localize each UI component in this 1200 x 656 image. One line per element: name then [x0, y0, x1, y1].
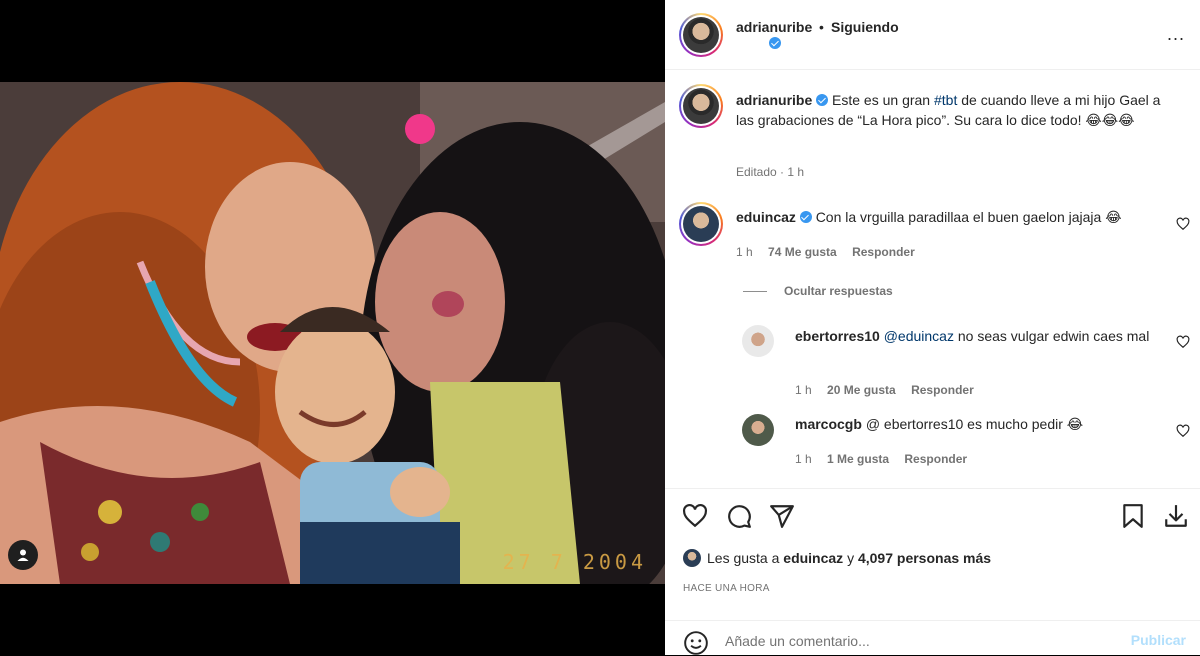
caption-username[interactable]: adrianuribe: [736, 92, 812, 108]
comment-input[interactable]: [725, 629, 1105, 653]
photo-date-stamp: 27 7 2004: [502, 550, 647, 574]
emoji-icon[interactable]: [683, 630, 709, 656]
caption-text-before: Este es un gran: [832, 92, 934, 108]
reply-time: 1 h: [795, 452, 812, 466]
likes-first-user[interactable]: eduincaz: [783, 550, 843, 566]
reply-like-heart-icon[interactable]: [1176, 335, 1190, 349]
comment-time: 1 h: [736, 245, 753, 259]
comment-username[interactable]: eduincaz: [736, 209, 796, 225]
comment-avatar[interactable]: [679, 202, 723, 246]
post-photo[interactable]: 27 7 2004: [0, 82, 665, 584]
reply-meta: 1 h 20 Me gusta Responder: [795, 383, 986, 397]
bookmark-icon[interactable]: [1120, 503, 1146, 529]
media-stage: 27 7 2004: [0, 0, 665, 655]
reply-text: marcocgb @ ebertorres10 es mucho pedir 😂: [795, 414, 1155, 434]
verified-badge-icon: [799, 211, 812, 223]
reply-reply-button[interactable]: Responder: [904, 452, 967, 466]
verified-badge-icon: [816, 94, 829, 106]
hide-replies-button[interactable]: Ocultar respuestas: [784, 284, 893, 298]
post-side-panel: adrianuribe • Siguiendo ... adrianuribe …: [665, 0, 1200, 655]
comment-like-heart-icon[interactable]: [1176, 217, 1190, 231]
hashtag-link[interactable]: #tbt: [934, 92, 957, 108]
author-username[interactable]: adrianuribe: [736, 19, 812, 35]
reply-reply-button[interactable]: Responder: [911, 383, 974, 397]
user-tag-icon: [17, 549, 29, 561]
replies-divider: [743, 291, 767, 292]
follow-status-button[interactable]: Siguiendo: [831, 19, 899, 35]
post-actions: Les gusta a eduincaz y 4,097 personas má…: [665, 488, 1200, 608]
reply-avatar[interactable]: [742, 325, 774, 357]
reply-text: ebertorres10 @eduincaz no seas vulgar ed…: [795, 326, 1155, 346]
caption-meta: Editado · 1 h: [736, 165, 805, 179]
reply-likes[interactable]: 20 Me gusta: [827, 383, 896, 397]
user-tag-button[interactable]: [8, 540, 38, 570]
liker-avatar[interactable]: [683, 549, 701, 567]
likes-prefix: Les gusta a: [707, 550, 784, 566]
download-icon[interactable]: [1163, 503, 1189, 529]
reply-mention[interactable]: @eduincaz: [884, 328, 954, 344]
verified-badge-icon: [769, 37, 781, 49]
comment-icon[interactable]: [726, 503, 752, 529]
comment-text: eduincaz Con la vrguilla paradillaa el b…: [736, 207, 1156, 227]
send-icon[interactable]: [769, 503, 795, 529]
reply-likes[interactable]: 1 Me gusta: [827, 452, 889, 466]
comment-composer: Publicar: [665, 620, 1200, 655]
reply-username[interactable]: marcocgb: [795, 416, 862, 432]
likes-summary: Les gusta a eduincaz y 4,097 personas má…: [683, 549, 991, 567]
comment-body: Con la vrguilla paradillaa el buen gaelo…: [815, 209, 1122, 225]
post-header: adrianuribe • Siguiendo ...: [665, 0, 1200, 70]
comment-reply-button[interactable]: Responder: [852, 245, 915, 259]
post-time-ago[interactable]: HACE UNA HORA: [683, 583, 770, 594]
header-separator: •: [819, 19, 824, 35]
reply-body: no seas vulgar edwin caes mal: [953, 328, 1150, 344]
caption-text: adrianuribe Este es un gran #tbt de cuan…: [736, 90, 1181, 130]
ellipsis-icon[interactable]: ...: [1167, 25, 1185, 43]
publish-button[interactable]: Publicar: [1131, 632, 1186, 648]
reply-body: @ ebertorres10 es mucho pedir 😂: [865, 416, 1084, 432]
reply-like-heart-icon[interactable]: [1176, 424, 1190, 438]
likes-middle: y: [843, 550, 858, 566]
reply-meta: 1 h 1 Me gusta Responder: [795, 452, 979, 466]
author-avatar[interactable]: [679, 13, 723, 57]
reply-time: 1 h: [795, 383, 812, 397]
likes-count[interactable]: 4,097 personas más: [858, 550, 991, 566]
reply-username[interactable]: ebertorres10: [795, 328, 880, 344]
reply-avatar[interactable]: [742, 414, 774, 446]
comments-list[interactable]: adrianuribe Este es un gran #tbt de cuan…: [665, 70, 1200, 488]
photo-illustration: [0, 82, 665, 584]
comment-meta: 1 h 74 Me gusta Responder: [736, 245, 927, 259]
heart-icon[interactable]: [682, 503, 708, 529]
comment-likes[interactable]: 74 Me gusta: [768, 245, 837, 259]
caption-avatar[interactable]: [679, 84, 723, 128]
